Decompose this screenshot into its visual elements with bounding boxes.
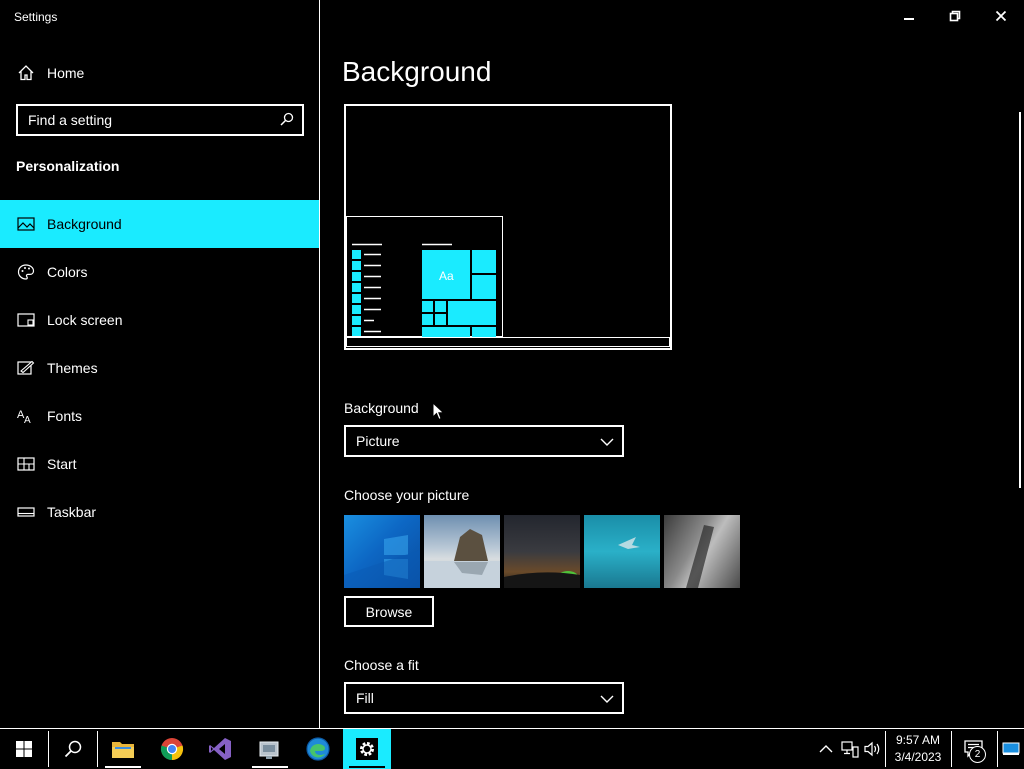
notification-badge: 2 bbox=[969, 746, 986, 763]
preview-tile-text: Aa bbox=[439, 269, 454, 283]
sidebar-item-themes[interactable]: Themes bbox=[0, 344, 319, 392]
taskbar-settings[interactable] bbox=[343, 729, 391, 769]
sidebar-item-colors[interactable]: Colors bbox=[0, 248, 319, 296]
visual-studio-icon bbox=[209, 738, 231, 760]
picture-thumbnail-windows[interactable] bbox=[344, 515, 420, 588]
sidebar-item-label: Colors bbox=[47, 264, 88, 280]
restore-button[interactable] bbox=[932, 0, 978, 32]
show-desktop-button[interactable] bbox=[998, 729, 1024, 769]
sidebar-home[interactable]: Home bbox=[0, 49, 319, 97]
show-hidden-icons-button[interactable] bbox=[814, 729, 838, 769]
close-icon bbox=[995, 10, 1007, 22]
sidebar-item-taskbar[interactable]: Taskbar bbox=[0, 488, 319, 536]
clock-time: 9:57 AM bbox=[895, 733, 941, 747]
chevron-down-icon bbox=[600, 435, 614, 453]
fit-dropdown[interactable]: Fill bbox=[344, 682, 624, 714]
brush-icon bbox=[17, 359, 35, 377]
taskbar-icon bbox=[17, 503, 35, 521]
background-type-value: Picture bbox=[356, 433, 400, 449]
taskbar-file-explorer[interactable] bbox=[99, 729, 147, 769]
search-icon[interactable] bbox=[280, 112, 294, 131]
speaker-icon bbox=[864, 741, 880, 757]
mouse-cursor-icon bbox=[432, 402, 445, 421]
choose-fit-label: Choose a fit bbox=[344, 657, 419, 673]
search-icon bbox=[64, 740, 82, 758]
search-field[interactable] bbox=[16, 104, 304, 136]
background-preview: Aa bbox=[344, 104, 672, 350]
taskbar: 9:57 AM 3/4/2023 2 bbox=[0, 728, 1024, 769]
taskbar-server-manager[interactable] bbox=[246, 729, 294, 769]
chevron-down-icon bbox=[600, 692, 614, 710]
sidebar-item-label: Fonts bbox=[47, 408, 83, 424]
sidebar-item-label: Start bbox=[47, 456, 77, 472]
font-icon: AA bbox=[17, 407, 35, 426]
sidebar-item-lock-screen[interactable]: Lock screen bbox=[0, 296, 319, 344]
edge-icon bbox=[306, 737, 330, 761]
fit-value: Fill bbox=[356, 690, 374, 706]
search-input[interactable] bbox=[28, 111, 268, 129]
server-manager-icon bbox=[259, 741, 279, 759]
choose-picture-label: Choose your picture bbox=[344, 487, 470, 503]
picture-thumbnail-beach[interactable] bbox=[424, 515, 500, 588]
sidebar-item-label: Themes bbox=[47, 360, 98, 376]
browse-button[interactable]: Browse bbox=[344, 596, 434, 627]
chrome-icon bbox=[160, 738, 184, 761]
start-icon bbox=[17, 455, 35, 473]
page-title: Background bbox=[342, 56, 492, 87]
background-type-label: Background bbox=[344, 400, 419, 416]
start-button[interactable] bbox=[0, 729, 48, 769]
sidebar-item-fonts[interactable]: AA Fonts bbox=[0, 392, 319, 440]
sidebar-item-background[interactable]: Background bbox=[0, 200, 319, 248]
scrollbar-thumb[interactable] bbox=[1019, 112, 1021, 488]
folder-icon bbox=[112, 742, 134, 758]
windows-logo-icon bbox=[16, 741, 32, 757]
picture-thumbnail-rock[interactable] bbox=[664, 515, 740, 588]
svg-text:A: A bbox=[24, 415, 31, 425]
sidebar-home-label: Home bbox=[47, 65, 85, 81]
taskbar-chrome[interactable] bbox=[148, 729, 196, 769]
volume-button[interactable] bbox=[862, 729, 884, 769]
restore-icon bbox=[949, 10, 961, 22]
lock-screen-icon bbox=[17, 311, 35, 329]
picture-thumbnail-underwater[interactable] bbox=[584, 515, 660, 588]
network-icon bbox=[841, 741, 859, 758]
search-button[interactable] bbox=[49, 729, 97, 769]
sidebar-item-label: Background bbox=[47, 216, 122, 232]
minimize-icon bbox=[904, 18, 914, 20]
minimize-button[interactable] bbox=[886, 0, 932, 32]
sidebar-item-label: Lock screen bbox=[47, 312, 123, 328]
taskbar-visual-studio[interactable] bbox=[196, 729, 244, 769]
network-button[interactable] bbox=[838, 729, 862, 769]
chevron-up-icon bbox=[819, 745, 833, 753]
home-icon bbox=[17, 64, 35, 82]
taskbar-divider bbox=[97, 731, 98, 767]
action-center-button[interactable]: 2 bbox=[952, 729, 996, 769]
background-type-dropdown[interactable]: Picture bbox=[344, 425, 624, 457]
section-title: Personalization bbox=[16, 158, 120, 174]
clock[interactable]: 9:57 AM 3/4/2023 bbox=[886, 732, 950, 766]
close-button[interactable] bbox=[978, 0, 1024, 32]
desktop-icon bbox=[1002, 742, 1020, 755]
palette-icon bbox=[17, 263, 35, 281]
taskbar-edge[interactable] bbox=[294, 729, 342, 769]
picture-icon bbox=[17, 215, 35, 233]
sidebar: Home Personalization Background Colors L… bbox=[0, 0, 320, 728]
clock-date: 3/4/2023 bbox=[894, 750, 942, 764]
picture-thumbnail-night-sky[interactable] bbox=[504, 515, 580, 588]
gear-icon bbox=[356, 738, 378, 760]
sidebar-item-start[interactable]: Start bbox=[0, 440, 319, 488]
sidebar-item-label: Taskbar bbox=[47, 504, 97, 520]
